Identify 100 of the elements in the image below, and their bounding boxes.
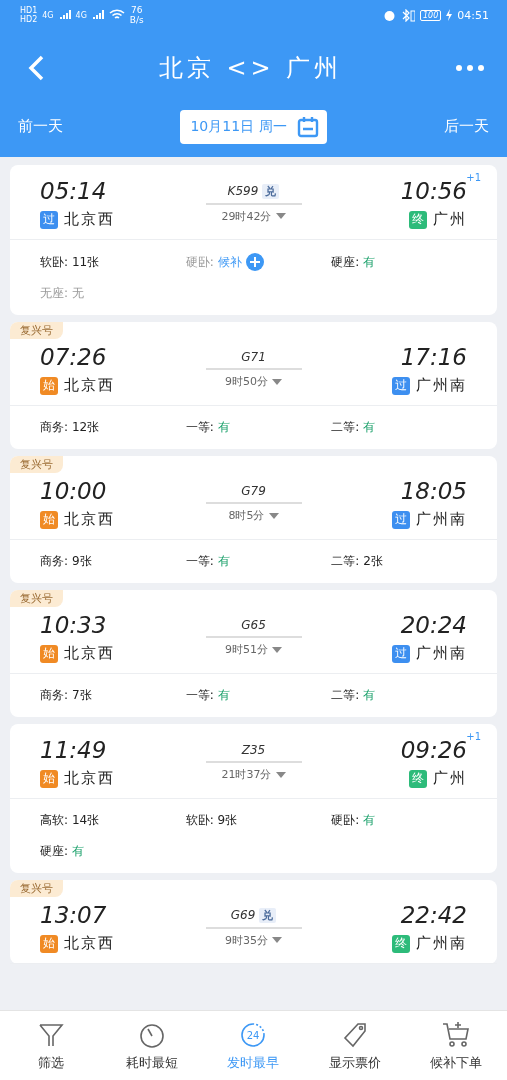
next-day-mark: +1 (466, 731, 481, 742)
station-name: 广州南 (416, 934, 467, 953)
station-name: 广州南 (416, 644, 467, 663)
train-number: Z35 (241, 743, 266, 757)
station-tag: 过 (40, 210, 58, 229)
station-name: 北京西 (64, 376, 115, 395)
train-number: K599 (227, 184, 259, 198)
station-tag: 终 (392, 934, 410, 953)
calendar-icon (296, 115, 319, 138)
exchange-badge: 兑 (259, 907, 277, 923)
depart-time: 05:14 (40, 178, 107, 204)
seat-availability: 二等: 2张 (331, 553, 383, 570)
station-name: 广州 (433, 769, 467, 788)
depart-time: 10:33 (40, 612, 107, 638)
sim-label: HD1 (20, 6, 38, 15)
depart-time: 07:26 (40, 344, 107, 370)
arrive-time: 10:56 (400, 178, 467, 204)
arrive-time: 20:24 (400, 612, 467, 638)
caret-icon[interactable] (275, 771, 286, 778)
arrive-time: 22:42 (400, 902, 467, 928)
signal-icon (91, 10, 104, 20)
arrive-time: 09:26 (400, 737, 467, 763)
sim-label: HD2 (20, 15, 38, 24)
nav-tab[interactable]: 筛选 (0, 1011, 102, 1080)
station-name: 北京西 (64, 934, 115, 953)
duration: 21时37分 (221, 767, 272, 782)
charging-icon (446, 9, 453, 21)
caret-icon[interactable] (272, 937, 282, 943)
train-type-badge: 复兴号 (10, 322, 63, 339)
page-title: 北京 <> 广州 (158, 53, 343, 84)
train-type-badge: 复兴号 (10, 590, 63, 607)
station-tag: 过 (392, 644, 410, 663)
duration: 9时35分 (225, 932, 268, 948)
train-number: G69 (230, 908, 256, 922)
seat-availability: 软卧: 11张 (40, 253, 100, 271)
duration: 9时50分 (225, 374, 268, 389)
station-name: 北京西 (64, 769, 115, 788)
train-card[interactable]: 复兴号 07:26 始 北京西 G71 9时50分 17:16 过 广州南 商务: 12张 一等: 有 二等: 有 (10, 322, 497, 449)
seat-availability: 商务: 7张 (40, 687, 92, 704)
train-number: G79 (241, 484, 266, 498)
seat-availability: 软卧: 9张 (185, 812, 238, 829)
station-name: 广州南 (416, 376, 467, 395)
seat-availability: 硬卧: 有 (331, 812, 376, 829)
add-icon[interactable] (245, 253, 264, 271)
signal-icon (58, 10, 71, 20)
back-icon[interactable] (26, 54, 46, 82)
seat-availability: 一等: 有 (185, 553, 230, 570)
depart-time: 10:00 (40, 478, 107, 504)
station-name: 北京西 (64, 644, 115, 663)
arrive-time: 17:16 (400, 344, 467, 370)
seat-availability: 硬卧: 候补 (185, 253, 242, 271)
station-tag: 始 (40, 376, 58, 395)
station-tag: 终 (409, 210, 427, 229)
station-tag: 终 (409, 769, 427, 788)
station-tag: 过 (392, 376, 410, 395)
train-number: G71 (241, 350, 266, 364)
exchange-badge: 兑 (262, 183, 280, 199)
cart-icon (441, 1019, 472, 1050)
station-tag: 始 (40, 510, 58, 529)
train-type-badge: 复兴号 (10, 880, 63, 897)
station-name: 北京西 (64, 510, 115, 529)
duration: 29时42分 (221, 208, 272, 224)
station-name: 广州 (433, 210, 467, 229)
seat-availability: 商务: 9张 (40, 553, 92, 570)
arrive-time: 18:05 (400, 478, 467, 504)
more-icon[interactable] (455, 64, 485, 72)
seat-availability: 一等: 有 (185, 419, 230, 436)
seat-availability: 硬座: 有 (331, 253, 376, 271)
next-day-mark: +1 (466, 172, 481, 183)
caret-icon[interactable] (275, 213, 286, 219)
network-label: 4G (75, 10, 87, 20)
wifi-icon (108, 9, 125, 21)
station-tag: 始 (40, 769, 58, 788)
train-number: G65 (241, 618, 266, 632)
battery-level: 100 (420, 9, 442, 21)
seat-availability: 一等: 有 (185, 687, 230, 704)
nav-tab[interactable]: 显示票价 (304, 1011, 406, 1080)
seat-availability: 无座: 无 (40, 285, 84, 302)
station-tag: 过 (392, 510, 410, 529)
clock-time: 04:51 (457, 8, 489, 22)
network-speed: 76 B/s (129, 5, 144, 25)
seat-availability: 二等: 有 (331, 687, 376, 704)
duration: 9时51分 (225, 642, 268, 657)
seat-availability: 硬座: 有 (40, 843, 84, 860)
train-card[interactable]: 复兴号 10:33 始 北京西 G65 9时51分 20:24 过 广州南 商务: 7张 一等: 有 二等: 有 (10, 590, 497, 717)
station-tag: 始 (40, 644, 58, 663)
duration: 8时5分 (228, 508, 265, 523)
train-type-badge: 复兴号 (10, 456, 63, 473)
caret-icon[interactable] (272, 378, 282, 385)
seat-availability: 高软: 14张 (40, 812, 100, 829)
network-label: 4G (42, 10, 54, 20)
seat-availability: 二等: 有 (331, 419, 376, 436)
nav-tab[interactable]: 候补下单 (405, 1011, 507, 1080)
nav-tab[interactable]: 耗时最短 (101, 1011, 203, 1080)
train-card[interactable]: 复兴号 13:07 始 北京西 G69 兑 9时35分 22:42 终 广州南 (10, 880, 497, 964)
train-card[interactable]: 复兴号 10:00 始 北京西 G79 8时5分 18:05 过 广州南 商务: 9张 一等: 有 二等: 2张 (10, 456, 497, 583)
caret-icon[interactable] (268, 512, 279, 519)
caret-icon[interactable] (272, 646, 282, 653)
seat-availability: 商务: 12张 (40, 419, 100, 436)
bluetooth-icon (401, 8, 415, 22)
